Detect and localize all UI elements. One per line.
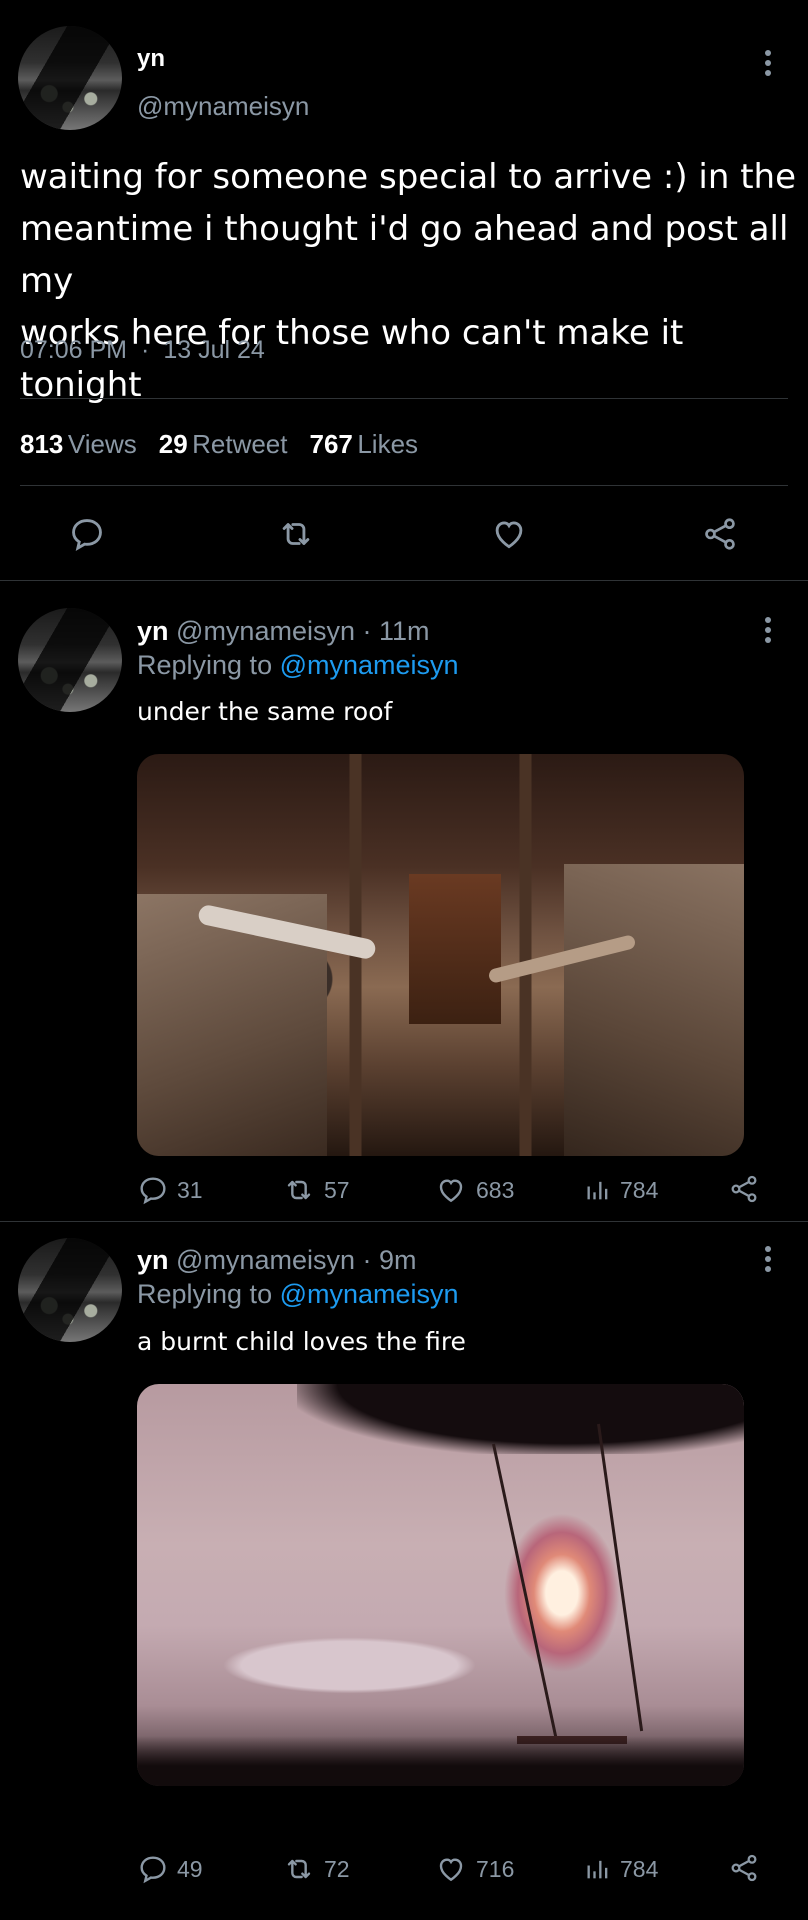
- retweet-icon: [287, 1859, 311, 1879]
- swing-rope-left: [492, 1443, 558, 1738]
- divider: [20, 398, 788, 399]
- replying-prefix: Replying to: [137, 650, 273, 680]
- retweet-count: 29: [158, 429, 188, 459]
- retweet-icon: [282, 523, 310, 545]
- reply-stat-replies[interactable]: 31: [137, 1174, 203, 1206]
- views-label: Views: [67, 429, 137, 459]
- reply-button[interactable]: [68, 515, 106, 558]
- main-display-name[interactable]: yn: [137, 45, 165, 73]
- replying-to: Replying to @mynameisyn: [137, 650, 459, 681]
- reply-stat-likes[interactable]: 683: [434, 1174, 514, 1206]
- replying-to: Replying to @mynameisyn: [137, 1279, 459, 1310]
- retweet-icon: [287, 1180, 311, 1200]
- reply-stat-views[interactable]: 784: [584, 1853, 658, 1885]
- bar-chart-icon: [587, 1860, 608, 1879]
- retweet-label: Retweet: [192, 429, 288, 459]
- retweet-count-group[interactable]: 29 Retweet: [159, 429, 288, 460]
- share-button[interactable]: [700, 515, 740, 558]
- views-count: 813: [20, 429, 64, 459]
- reply-avatar[interactable]: [18, 1238, 122, 1342]
- likes-count: 767: [309, 429, 353, 459]
- likes-count-group[interactable]: 767 Likes: [310, 429, 419, 460]
- reply-count: 31: [177, 1176, 203, 1203]
- reply-stat-likes[interactable]: 716: [434, 1853, 514, 1885]
- tree-canopy: [297, 1384, 744, 1454]
- tweet-time: 07:06 PM: [20, 336, 128, 364]
- like-count: 716: [476, 1855, 515, 1882]
- share-icon: [731, 1854, 757, 1882]
- replying-prefix: Replying to: [137, 1279, 273, 1309]
- reply-handle-time[interactable]: @mynameisyn · 9m: [176, 1245, 416, 1275]
- engagement-counts: 813 Views 29 Retweet 767 Likes: [20, 429, 418, 460]
- main-tweet-text-line: waiting for someone special to arrive :)…: [20, 157, 796, 197]
- likes-label: Likes: [357, 429, 419, 459]
- heart-icon: [439, 1858, 463, 1882]
- views-count-group[interactable]: 813 Views: [20, 429, 137, 460]
- view-count: 784: [620, 1176, 659, 1203]
- mention-link[interactable]: @mynameisyn: [280, 1279, 459, 1309]
- heart-icon: [495, 521, 523, 549]
- reply-stat-retweets[interactable]: 57: [282, 1174, 350, 1206]
- tweet-timestamp[interactable]: 07:06 PM · 13 Jul 24: [20, 336, 265, 365]
- reply-avatar[interactable]: [18, 608, 122, 712]
- reply-text: a burnt child loves the fire: [137, 1327, 466, 1356]
- mention-link[interactable]: @mynameisyn: [280, 650, 459, 680]
- share-icon: [705, 518, 735, 550]
- speech-bubble-icon: [140, 1856, 166, 1884]
- share-icon: [731, 1175, 757, 1203]
- reply-more-icon[interactable]: [756, 615, 780, 650]
- main-tweet-text: waiting for someone special to arrive :)…: [20, 151, 800, 411]
- main-handle[interactable]: @mynameisyn: [137, 91, 309, 122]
- reply-header: yn @mynameisyn · 11m: [137, 616, 430, 647]
- main-avatar[interactable]: [18, 26, 122, 130]
- meta-separator: ·: [141, 336, 150, 364]
- divider: [0, 580, 808, 581]
- bar-chart-icon: [587, 1181, 608, 1200]
- grass: [137, 1736, 744, 1786]
- speech-bubble-icon: [140, 1177, 166, 1205]
- retweet-count: 57: [324, 1176, 350, 1203]
- reply-count: 49: [177, 1855, 203, 1882]
- retweet-button[interactable]: [276, 515, 316, 558]
- main-tweet-text-line: meantime i thought i'd go ahead and post…: [20, 209, 789, 301]
- reply-image[interactable]: [137, 1384, 744, 1786]
- bed-right: [564, 864, 744, 1156]
- reply-stat-replies[interactable]: 49: [137, 1853, 203, 1885]
- reply-text: under the same roof: [137, 697, 393, 726]
- swing-rope-right: [597, 1423, 644, 1732]
- reply-stat-retweets[interactable]: 72: [282, 1853, 350, 1885]
- tweet-date: 13 Jul 24: [163, 336, 265, 364]
- reply-display-name[interactable]: yn: [137, 1245, 169, 1275]
- heart-icon: [439, 1179, 463, 1203]
- reply-display-name[interactable]: yn: [137, 616, 169, 646]
- reply-image[interactable]: [137, 754, 744, 1156]
- main-more-icon[interactable]: [756, 48, 780, 78]
- retweet-count: 72: [324, 1855, 350, 1882]
- reply-share-button[interactable]: [728, 1172, 760, 1206]
- like-button[interactable]: [489, 515, 529, 558]
- like-count: 683: [476, 1176, 515, 1203]
- reply-handle-time[interactable]: @mynameisyn · 11m: [176, 616, 429, 646]
- nightstand: [409, 874, 501, 1024]
- reply-more-icon[interactable]: [756, 1244, 780, 1279]
- reply-share-button[interactable]: [728, 1851, 760, 1885]
- divider: [0, 1221, 808, 1222]
- divider: [20, 485, 788, 486]
- speech-bubble-icon: [72, 519, 102, 551]
- reply-header: yn @mynameisyn · 9m: [137, 1245, 417, 1276]
- reply-stat-views[interactable]: 784: [584, 1174, 658, 1206]
- view-count: 784: [620, 1855, 659, 1882]
